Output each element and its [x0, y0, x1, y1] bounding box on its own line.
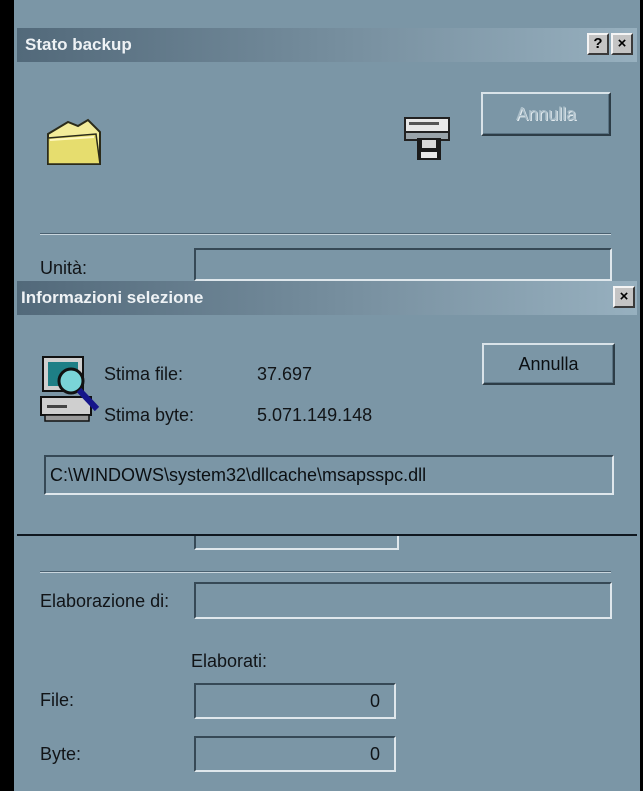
est-files-label: Stima file: — [104, 364, 184, 384]
drive-field — [194, 248, 612, 281]
est-files-value: 37.697 — [257, 364, 313, 384]
separator-2 — [40, 571, 611, 573]
processing-label: Elaborazione di: — [40, 591, 170, 611]
selection-title: Informazioni selezione — [21, 288, 204, 307]
bytes-count-field: 0 — [194, 736, 396, 772]
computer-magnifier-icon — [40, 356, 100, 422]
close-button[interactable]: × — [611, 33, 633, 55]
processing-field — [194, 582, 612, 619]
selection-close-button[interactable]: × — [613, 286, 635, 308]
bytes-label: Byte: — [40, 744, 82, 764]
backup-title-bar[interactable]: Stato backup ? × — [17, 28, 637, 62]
backup-drive-icon — [404, 117, 450, 160]
current-file-path-field: C:\WINDOWS\system32\dllcache\msapsspc.dl… — [44, 455, 614, 495]
partial-field — [194, 536, 399, 550]
backup-title: Stato backup — [25, 35, 132, 54]
backup-cancel-button[interactable]: Annulla — [481, 92, 611, 136]
selection-title-bar[interactable]: Informazioni selezione × — [17, 281, 637, 315]
files-label: File: — [40, 690, 75, 710]
help-button[interactable]: ? — [587, 33, 609, 55]
processed-header: Elaborati: — [191, 651, 268, 671]
drive-label: Unità: — [40, 258, 88, 278]
backup-status-window: Stato backup ? × Annulla Unità: Informaz… — [14, 0, 640, 791]
est-bytes-label: Stima byte: — [104, 405, 195, 425]
files-count-field: 0 — [194, 683, 396, 719]
selection-cancel-button[interactable]: Annulla — [482, 343, 615, 385]
est-bytes-value: 5.071.149.148 — [257, 405, 373, 425]
folder-icon — [47, 118, 101, 165]
separator — [40, 233, 611, 235]
selection-info-dialog: Informazioni selezione × Stima file: 37.… — [17, 281, 637, 536]
